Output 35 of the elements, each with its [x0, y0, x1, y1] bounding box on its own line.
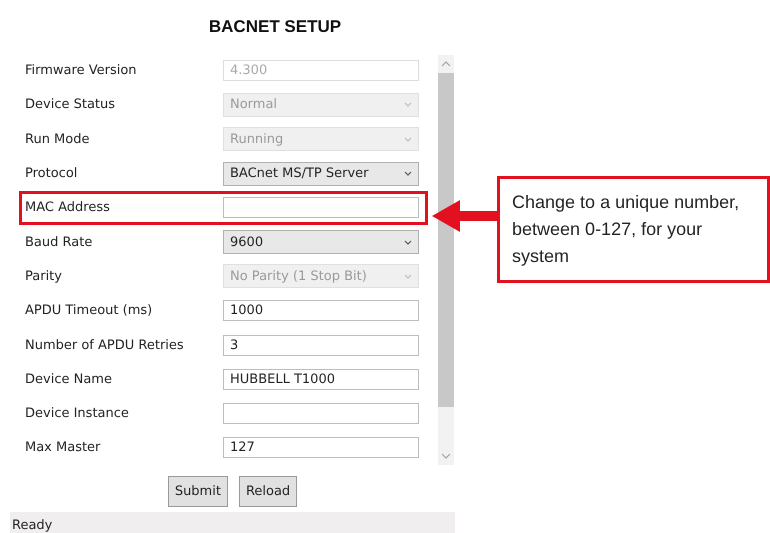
input-field[interactable] [223, 403, 419, 424]
scrollbar-thumb[interactable] [438, 73, 454, 407]
callout-text: Change to a unique number, between 0-127, for your system [497, 176, 770, 283]
field-label: Device Name [25, 372, 113, 387]
input-field[interactable]: 127 [223, 437, 419, 458]
callout-arrow [432, 200, 497, 232]
input-field[interactable]: 3 [223, 334, 419, 356]
field-label: Max Master [25, 440, 102, 456]
dropdown[interactable]: 9600 [223, 230, 419, 254]
input-field[interactable]: 1000 [223, 300, 419, 322]
field-label: APDU Timeout (ms) [25, 303, 154, 318]
scroll-up-icon[interactable] [441, 61, 451, 67]
input-field[interactable]: HUBBELL T1000 [223, 368, 419, 390]
field-label: Device Status [25, 97, 116, 112]
form-button[interactable]: Reload [238, 476, 298, 507]
field-label: Run Mode [25, 132, 90, 147]
chevron-down-icon [404, 171, 412, 176]
chevron-down-icon [404, 274, 412, 279]
scrollbar[interactable] [438, 55, 454, 465]
scroll-down-icon[interactable] [441, 453, 451, 459]
field-label: Firmware Version [25, 63, 138, 78]
field-label: Number of APDU Retries [25, 338, 185, 353]
dropdown[interactable]: BACnet MS/TP Server [223, 162, 419, 186]
field-label: Parity [25, 268, 63, 284]
page-title: BACNET SETUP [208, 17, 342, 37]
field-label: Protocol [25, 166, 78, 182]
field-label: Device Instance [25, 406, 130, 422]
field-label: Baud Rate [25, 234, 94, 250]
form-button[interactable]: Submit [168, 476, 228, 507]
chevron-down-icon [404, 240, 412, 245]
chevron-down-icon [404, 136, 412, 142]
field-label: MAC Address [25, 200, 111, 216]
input-field[interactable] [223, 197, 419, 218]
status-bar: Ready [10, 512, 455, 533]
chevron-down-icon [404, 102, 412, 108]
